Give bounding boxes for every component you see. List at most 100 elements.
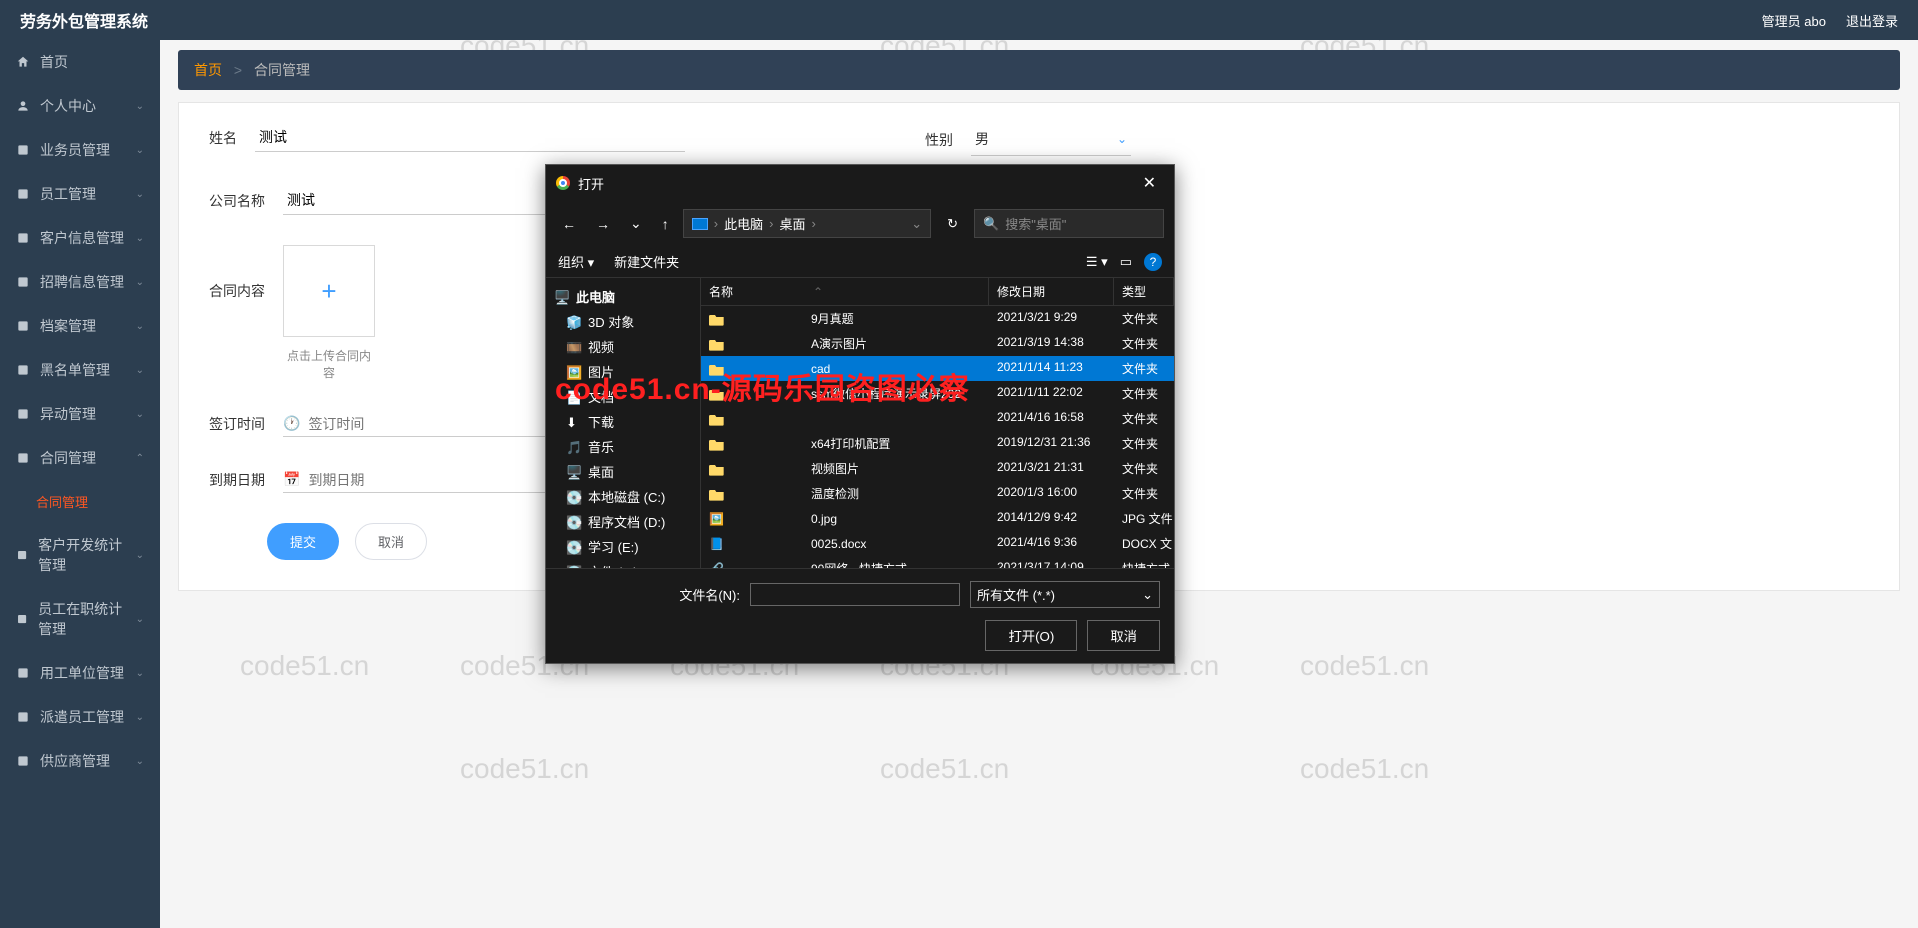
tree-item-2[interactable]: 🎞️视频: [546, 334, 700, 359]
logout-link[interactable]: 退出登录: [1846, 11, 1898, 30]
admin-user[interactable]: 管理员 abo: [1762, 11, 1826, 30]
breadcrumb-sep: >: [234, 62, 242, 78]
file-type: 文件夹: [1114, 308, 1174, 329]
path-pc[interactable]: 此电脑: [724, 214, 763, 233]
sidebar-item-label: 客户信息管理: [40, 228, 124, 248]
id-card-icon: [16, 143, 30, 157]
chevron-down-icon: ⌄: [136, 409, 144, 420]
file-row-9[interactable]: 📘0025.docx2021/4/16 9:36DOCX 文: [701, 531, 1174, 556]
music-icon: 🎵: [566, 440, 580, 454]
sidebar-item-9[interactable]: 合同管理⌃: [0, 436, 160, 480]
sidebar-item-8[interactable]: 异动管理 ⌄: [0, 392, 160, 436]
dispatch-icon: [16, 710, 30, 724]
col-type[interactable]: 类型: [1114, 278, 1174, 305]
tree-item-9[interactable]: 💽程序文档 (D:): [546, 509, 700, 534]
gender-select[interactable]: 男 ⌄: [971, 123, 1131, 156]
preview-pane-button[interactable]: ▭: [1120, 254, 1132, 270]
new-folder-button[interactable]: 新建文件夹: [614, 252, 679, 271]
tree-item-3[interactable]: 🖼️图片: [546, 359, 700, 384]
forward-button[interactable]: →: [590, 214, 616, 234]
path-dropdown-icon[interactable]: ⌄: [911, 216, 922, 232]
file-row-7[interactable]: 温度检测2020/1/3 16:00文件夹: [701, 481, 1174, 506]
tree-item-5[interactable]: ⬇下载: [546, 409, 700, 434]
sidebar-item-12[interactable]: 用工单位管理⌄: [0, 651, 160, 695]
view-mode-button[interactable]: ☰ ▾: [1086, 254, 1108, 270]
open-button[interactable]: 打开(O): [985, 620, 1077, 651]
sidebar-item-label: 客户开发统计管理: [38, 535, 135, 575]
file-row-4[interactable]: 2021/4/16 16:58文件夹: [701, 406, 1174, 431]
cancel-button[interactable]: 取消: [355, 523, 427, 560]
file-name: 9月真题: [811, 310, 854, 327]
refresh-button[interactable]: ↻: [939, 212, 966, 236]
path-desktop[interactable]: 桌面: [779, 214, 805, 233]
file-type: 文件夹: [1114, 333, 1174, 354]
recent-dropdown[interactable]: ⌄: [624, 213, 648, 234]
filename-input[interactable]: [750, 583, 960, 606]
breadcrumb-home[interactable]: 首页: [194, 62, 222, 78]
col-date[interactable]: 修改日期: [989, 278, 1114, 305]
clipboard-icon: [16, 231, 30, 245]
name-input[interactable]: [255, 123, 685, 152]
file-row-6[interactable]: 视频图片2021/3/21 21:31文件夹: [701, 456, 1174, 481]
file-row-5[interactable]: x64打印机配置2019/12/31 21:36文件夹: [701, 431, 1174, 456]
close-icon[interactable]: ✕: [1135, 171, 1164, 195]
help-icon[interactable]: ?: [1144, 253, 1162, 271]
search-box[interactable]: 🔍 搜索"桌面": [974, 209, 1164, 238]
tree-item-1[interactable]: 🧊3D 对象: [546, 309, 700, 334]
dialog-footer: 文件名(N): 所有文件 (*.*)⌄ 打开(O) 取消: [546, 568, 1174, 663]
file-name: 0025.docx: [811, 537, 866, 551]
sidebar-item-11[interactable]: 员工在职统计管理⌄: [0, 587, 160, 651]
file-list: 名称⌃ 修改日期 类型 9月真题2021/3/21 9:29文件夹A演示图片20…: [701, 278, 1174, 568]
sidebar-item-7[interactable]: 黑名单管理⌄: [0, 348, 160, 392]
file-name: 90网络 - 快捷方式: [811, 560, 907, 568]
dialog-cancel-button[interactable]: 取消: [1087, 620, 1160, 651]
tree-item-11[interactable]: 💽文件 (F:): [546, 559, 700, 568]
file-row-8[interactable]: 🖼️0.jpg2014/12/9 9:42JPG 文件: [701, 506, 1174, 531]
sidebar-item-14[interactable]: 供应商管理⌄: [0, 739, 160, 783]
chevron-down-icon: ⌄: [136, 145, 144, 156]
sidebar-item-6[interactable]: 档案管理⌄: [0, 304, 160, 348]
upload-box[interactable]: +: [283, 245, 375, 337]
search-icon: 🔍: [983, 216, 999, 232]
sidebar-item-label: 招聘信息管理: [40, 272, 124, 292]
file-row-2[interactable]: cad2021/1/14 11:23文件夹: [701, 356, 1174, 381]
company-label: 公司名称: [209, 191, 265, 211]
file-type-filter[interactable]: 所有文件 (*.*)⌄: [970, 581, 1160, 608]
submenu-contract[interactable]: 合同管理: [0, 480, 160, 523]
file-type: 文件夹: [1114, 433, 1174, 454]
organize-menu[interactable]: 组织 ▾: [558, 252, 594, 271]
plane-icon: [16, 187, 30, 201]
tree-item-8[interactable]: 💽本地磁盘 (C:): [546, 484, 700, 509]
dialog-titlebar: 打开 ✕: [546, 165, 1174, 201]
sidebar-item-2[interactable]: 业务员管理⌄: [0, 128, 160, 172]
sidebar-item-0[interactable]: 首页: [0, 40, 160, 84]
3d-icon: 🧊: [566, 315, 580, 329]
tree-item-6[interactable]: 🎵音乐: [546, 434, 700, 459]
folder-tree: 🖥️此电脑🧊3D 对象🎞️视频🖼️图片📄文档⬇下载🎵音乐🖥️桌面💽本地磁盘 (C…: [546, 278, 701, 568]
sidebar-item-1[interactable]: 个人中心⌄: [0, 84, 160, 128]
tree-item-0[interactable]: 🖥️此电脑: [546, 284, 700, 309]
sidebar-item-3[interactable]: 员工管理⌄: [0, 172, 160, 216]
file-row-0[interactable]: 9月真题2021/3/21 9:29文件夹: [701, 306, 1174, 331]
bars-icon: [16, 451, 30, 465]
path-bar[interactable]: › 此电脑 › 桌面 › ⌄: [683, 209, 931, 238]
user-icon: [16, 99, 30, 113]
sidebar-item-10[interactable]: 客户开发统计管理⌄: [0, 523, 160, 587]
file-open-dialog: 打开 ✕ ← → ⌄ ↑ › 此电脑 › 桌面 › ⌄ ↻ 🔍 搜索"桌面" 组…: [545, 164, 1175, 664]
back-button[interactable]: ←: [556, 214, 582, 234]
tree-item-4[interactable]: 📄文档: [546, 384, 700, 409]
tree-item-7[interactable]: 🖥️桌面: [546, 459, 700, 484]
file-row-3[interactable]: ssm微信小程序演示录屏2022021/1/11 22:02文件夹: [701, 381, 1174, 406]
sidebar-item-4[interactable]: 客户信息管理⌄: [0, 216, 160, 260]
file-row-1[interactable]: A演示图片2021/3/19 14:38文件夹: [701, 331, 1174, 356]
col-name[interactable]: 名称: [709, 283, 733, 300]
sidebar-item-5[interactable]: 招聘信息管理⌄: [0, 260, 160, 304]
file-row-10[interactable]: 🔗90网络 - 快捷方式2021/3/17 14:09快捷方式: [701, 556, 1174, 568]
file-name: ssm微信小程序演示录屏202: [811, 385, 961, 402]
sidebar-item-13[interactable]: 派遣员工管理⌄: [0, 695, 160, 739]
tree-item-10[interactable]: 💽学习 (E:): [546, 534, 700, 559]
sidebar-item-label: 个人中心: [40, 96, 96, 116]
up-button[interactable]: ↑: [656, 214, 675, 234]
submit-button[interactable]: 提交: [267, 523, 339, 560]
sidebar-item-label: 异动管理: [40, 404, 96, 424]
